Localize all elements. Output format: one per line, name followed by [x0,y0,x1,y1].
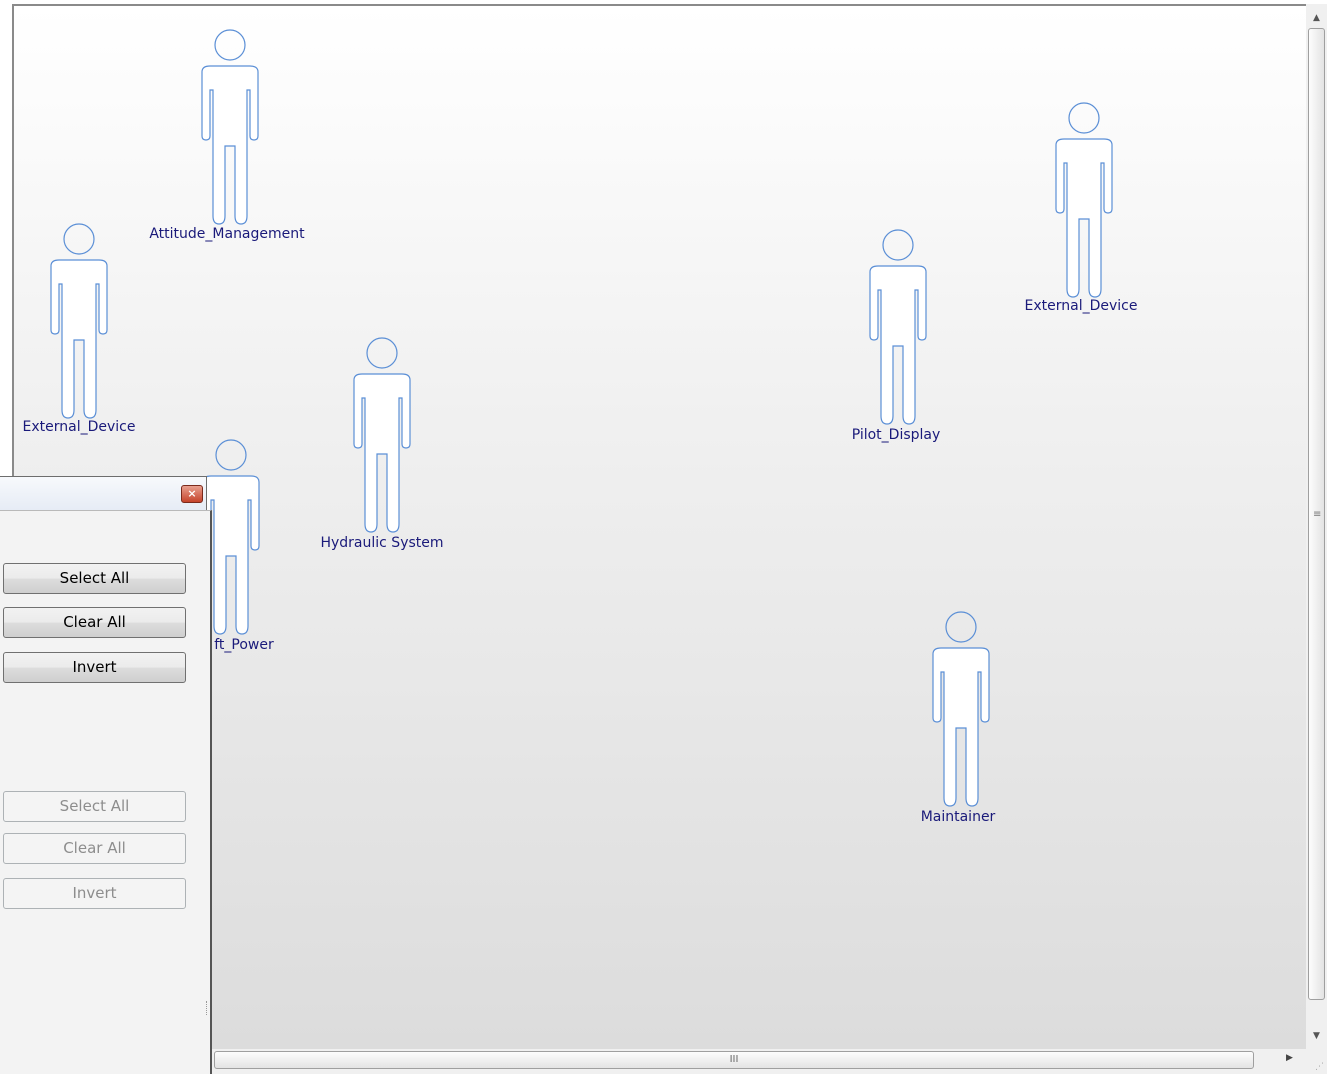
resize-grip-icon: ⋰ [1315,1062,1324,1072]
actor-external-device-left[interactable] [0,222,169,422]
clear-all-button[interactable]: Clear All [3,607,186,638]
vertical-scrollbar[interactable]: ▲ ≡ ▼ [1306,4,1327,1049]
scroll-grip-icon: ≡ [1313,509,1322,520]
vertical-scroll-thumb[interactable]: ≡ [1308,28,1325,1000]
actor-icon [201,29,259,225]
scroll-up-arrow-icon[interactable]: ▲ [1306,8,1327,28]
actor-attitude-management[interactable] [140,28,320,228]
select-all-button-disabled: Select All [3,791,186,822]
panel-body: Select All Clear All Invert Select All C… [0,510,212,1074]
invert-button[interactable]: Invert [3,652,186,683]
actor-icon [1055,102,1113,298]
horizontal-scroll-thumb[interactable]: III [214,1051,1254,1069]
actor-external-device-right[interactable] [994,101,1174,301]
panel-titlebar[interactable]: × [0,476,207,510]
actor-icon [932,611,990,807]
actor-maintainer[interactable] [871,610,1051,810]
actor-icon [353,337,411,533]
actor-icon [50,223,108,419]
clear-all-button-disabled: Clear All [3,833,186,864]
panel-resize-handle[interactable] [206,1001,210,1015]
resize-corner[interactable]: ⋰ [1306,1049,1327,1074]
actor-label: External_Device [22,419,136,435]
scroll-grip-icon: III [729,1054,739,1065]
invert-button-disabled: Invert [3,878,186,909]
close-icon[interactable]: × [181,485,203,503]
scroll-right-arrow-icon[interactable]: ▶ [1286,1053,1293,1063]
actor-label: Maintainer [920,809,996,825]
actor-label: Pilot_Display [851,427,941,443]
selection-panel: × Select All Clear All Invert Select All… [0,476,212,1074]
select-all-button[interactable]: Select All [3,563,186,594]
actor-pilot-display[interactable] [808,228,988,428]
actor-label: External_Device [1024,298,1138,314]
actor-icon [869,229,927,425]
scroll-down-arrow-icon[interactable]: ▼ [1306,1026,1327,1046]
